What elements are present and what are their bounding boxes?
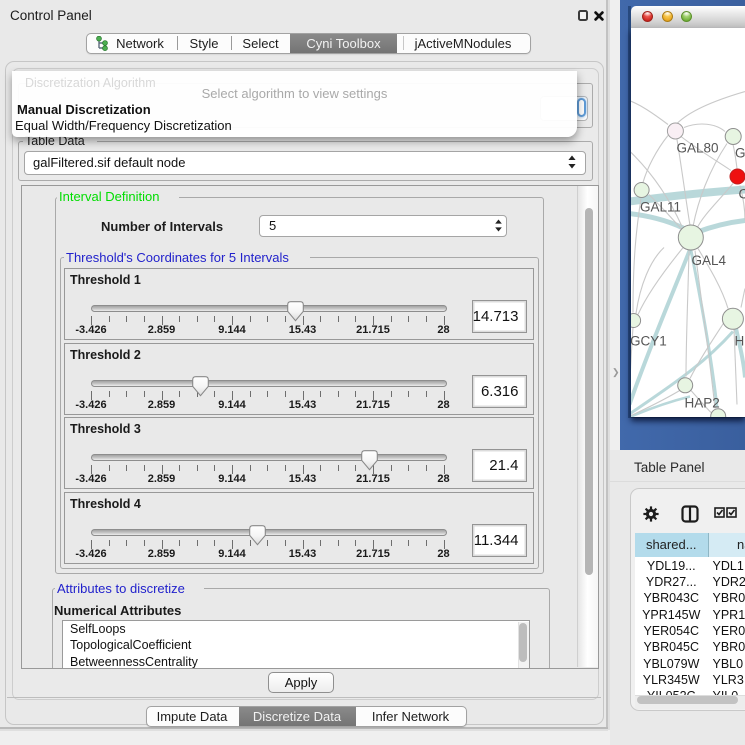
svg-text:HAP2: HAP2 [685, 395, 720, 410]
svg-text:H: H [735, 333, 745, 348]
svg-text:C: C [739, 186, 745, 201]
svg-text:GA: GA [735, 145, 745, 160]
svg-text:GCY1: GCY1 [631, 333, 667, 348]
svg-text:GAL11: GAL11 [640, 199, 681, 214]
svg-text:GAL4: GAL4 [692, 253, 727, 268]
svg-text:GAL80: GAL80 [677, 140, 719, 155]
